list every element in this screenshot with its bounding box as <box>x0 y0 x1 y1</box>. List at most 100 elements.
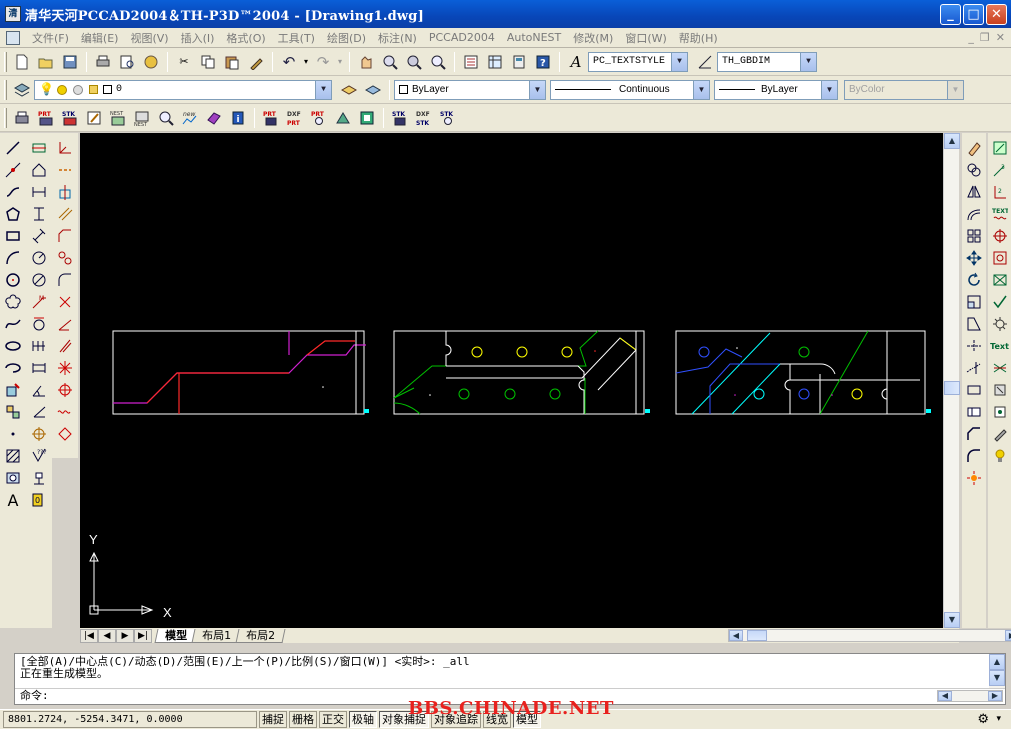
angle-mark-icon[interactable] <box>28 401 50 423</box>
wave-line-icon[interactable] <box>54 401 76 423</box>
design-center-icon[interactable] <box>484 51 506 73</box>
fillet-icon[interactable] <box>54 269 76 291</box>
diameter-dim-icon[interactable] <box>28 269 50 291</box>
document-icon[interactable] <box>6 30 20 45</box>
gear-tool-icon[interactable] <box>989 313 1011 335</box>
menu-modify[interactable]: 修改(M) <box>567 30 619 46</box>
chamfer-icon[interactable] <box>54 225 76 247</box>
linear-dim-icon[interactable] <box>28 181 50 203</box>
text-label-icon[interactable]: Text <box>989 335 1011 357</box>
radius-dim-icon[interactable] <box>28 247 50 269</box>
command-scroll-right-icon[interactable]: ▶ <box>988 691 1002 701</box>
maximize-button[interactable]: □ <box>963 4 984 25</box>
parametric-icon[interactable]: 3 <box>989 159 1011 181</box>
pin-icon[interactable] <box>989 423 1011 445</box>
fastener-icon[interactable] <box>989 379 1011 401</box>
make-object-layer-current-icon[interactable] <box>338 79 360 101</box>
status-polar-button[interactable]: 极轴 <box>349 711 377 728</box>
lineweight-select[interactable]: ByLayer ▼ <box>714 79 838 100</box>
toolbar-grip[interactable] <box>4 51 7 72</box>
publish-icon[interactable] <box>140 51 162 73</box>
ellipse-icon[interactable] <box>2 335 24 357</box>
close-button[interactable]: ✕ <box>986 4 1007 25</box>
zoom-previous-icon[interactable] <box>427 51 449 73</box>
roughness-icon[interactable]: ??? <box>28 445 50 467</box>
doc-restore-icon[interactable]: ❐ <box>980 31 990 44</box>
dim-style-select[interactable]: TH_GBDIM ▼ <box>717 51 817 72</box>
doc-close-icon[interactable]: ✕ <box>996 31 1005 44</box>
offset-icon[interactable] <box>963 203 985 225</box>
tab-layout1[interactable]: 布局1 <box>191 628 242 643</box>
menu-autonest[interactable]: AutoNEST <box>501 31 567 44</box>
vertical-dim-icon[interactable] <box>28 203 50 225</box>
polygon-icon[interactable] <box>2 203 24 225</box>
drawing-canvas[interactable]: Y X <box>80 133 943 628</box>
new-part-icon[interactable]: new <box>179 107 201 129</box>
zoom-realtime-icon[interactable] <box>379 51 401 73</box>
break-at-point-icon[interactable] <box>963 379 985 401</box>
house-shape-icon[interactable] <box>28 159 50 181</box>
layout-parts-icon[interactable] <box>332 107 354 129</box>
scroll-down-icon[interactable]: ▼ <box>944 612 960 628</box>
material-icon[interactable] <box>203 107 225 129</box>
spring-icon[interactable] <box>989 357 1011 379</box>
layer-select[interactable]: 💡 0 ▼ <box>34 79 332 100</box>
insert-block-icon[interactable] <box>2 379 24 401</box>
tolerance-icon[interactable]: 0 <box>28 489 50 511</box>
first-tab-icon[interactable]: |◀ <box>80 628 98 643</box>
command-hscroll[interactable]: ◀ ▶ <box>937 690 1003 702</box>
circle-center-icon[interactable] <box>28 423 50 445</box>
move-icon[interactable] <box>963 247 985 269</box>
copy-icon[interactable] <box>197 51 219 73</box>
erase-icon[interactable] <box>963 137 985 159</box>
line-icon[interactable] <box>2 137 24 159</box>
minimize-button[interactable]: _ <box>940 4 961 25</box>
text-style-select[interactable]: PC_TEXTSTYLE ▼ <box>588 51 688 72</box>
status-menu-icon[interactable]: ▾ <box>996 714 1001 724</box>
linetype-select[interactable]: Continuous ▼ <box>550 79 710 100</box>
star-mark-icon[interactable] <box>54 357 76 379</box>
properties-icon[interactable] <box>460 51 482 73</box>
dim-style-icon[interactable] <box>694 51 716 73</box>
help-icon[interactable]: ? <box>532 51 554 73</box>
status-snap-button[interactable]: 捕捉 <box>259 711 287 728</box>
rotate-icon[interactable] <box>963 269 985 291</box>
stretch-icon[interactable] <box>963 313 985 335</box>
layer-manager-icon[interactable] <box>11 79 33 101</box>
diamond-mark-icon[interactable] <box>54 423 76 445</box>
search-parts-icon[interactable] <box>155 107 177 129</box>
save-icon[interactable] <box>59 51 81 73</box>
tool-palettes-icon[interactable] <box>508 51 530 73</box>
fillet-modify-icon[interactable] <box>963 445 985 467</box>
horizontal-scroll-thumb[interactable] <box>747 630 767 641</box>
info-icon[interactable]: i <box>227 107 249 129</box>
undo-dropdown-icon[interactable]: ▾ <box>302 51 310 73</box>
continue-dim-icon[interactable] <box>28 357 50 379</box>
command-scroll-up-icon[interactable]: ▲ <box>989 654 1005 670</box>
toolbar-grip[interactable] <box>4 107 7 128</box>
trim-icon[interactable] <box>963 335 985 357</box>
hole-insert-icon[interactable] <box>989 247 1011 269</box>
point-icon[interactable] <box>2 423 24 445</box>
multiline-text-icon[interactable]: A <box>2 489 24 511</box>
explode-icon[interactable] <box>963 467 985 489</box>
color-select[interactable]: ByLayer ▼ <box>394 79 546 100</box>
hole-pattern-icon[interactable] <box>54 247 76 269</box>
text-style-icon[interactable]: A <box>565 51 587 73</box>
array-icon[interactable] <box>963 225 985 247</box>
vertical-scrollbar[interactable]: ▲ ▼ <box>943 133 960 628</box>
doc-minimize-icon[interactable]: _ <box>968 31 974 44</box>
make-block-icon[interactable] <box>2 401 24 423</box>
scroll-right-icon[interactable]: ▶ <box>1005 630 1011 641</box>
center-mark-icon[interactable] <box>989 225 1011 247</box>
dashed-line-icon[interactable] <box>54 159 76 181</box>
sheet-frame-icon[interactable] <box>356 107 378 129</box>
polyline-icon[interactable] <box>2 181 24 203</box>
part-2[interactable] <box>393 330 650 415</box>
menu-view[interactable]: 视图(V) <box>124 30 174 46</box>
new-icon[interactable] <box>11 51 33 73</box>
symmetry-icon[interactable] <box>54 181 76 203</box>
text-edit-icon[interactable]: TEXT <box>989 203 1011 225</box>
part-3[interactable] <box>675 330 931 415</box>
bevel-icon[interactable] <box>54 313 76 335</box>
